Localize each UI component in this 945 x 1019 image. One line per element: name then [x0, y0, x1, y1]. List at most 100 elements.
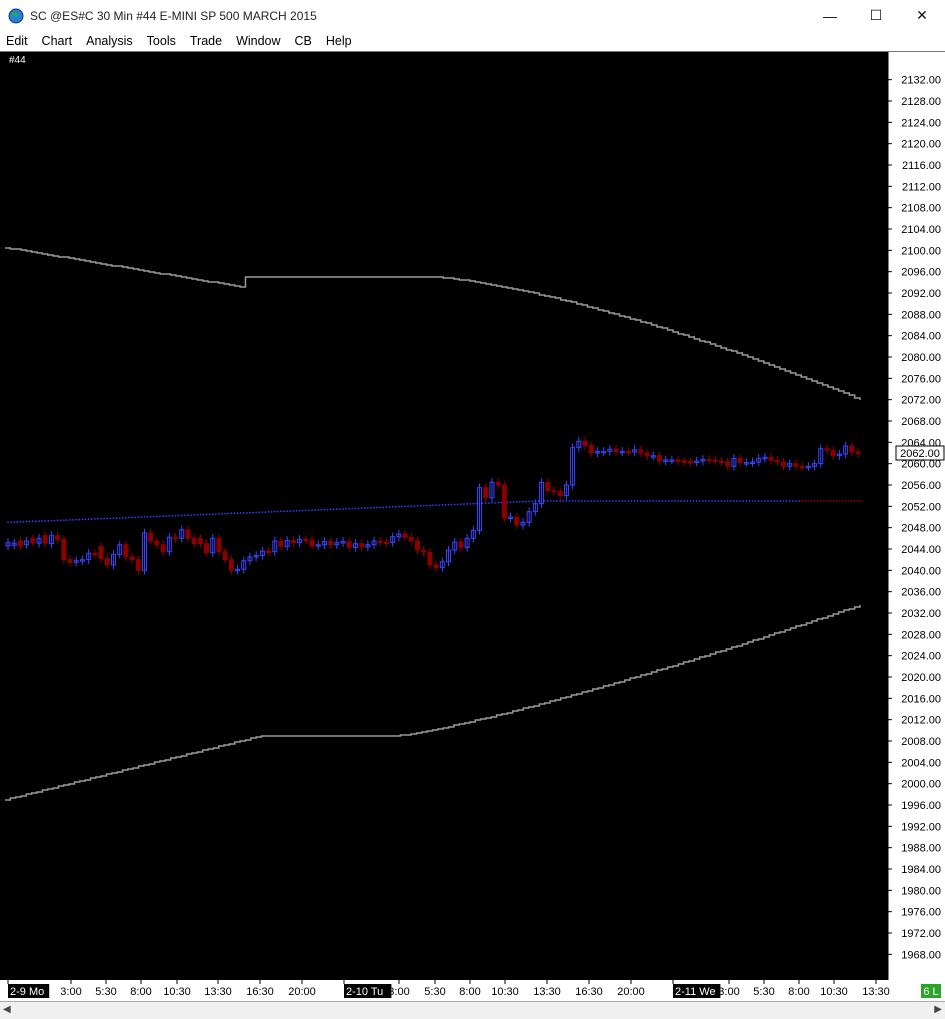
price-tick-label: 1988.00: [901, 843, 941, 855]
midline-dot: [596, 500, 599, 502]
midline-dot: [131, 516, 133, 519]
midline-dot: [695, 500, 698, 502]
time-label: 3:00: [388, 986, 409, 998]
midline-dot: [584, 500, 586, 502]
midline-dot: [93, 517, 96, 520]
horizontal-scrollbar[interactable]: ◀ ▶: [0, 1001, 945, 1019]
price-chart[interactable]: 2132.00 2128.00 2124.00 2120.00 2116.00 2112.…: [0, 52, 945, 1002]
minimize-button[interactable]: —: [807, 0, 853, 31]
midline-dot: [273, 510, 276, 513]
title-bar: SC @ES#C 30 Min #44 E-MINI SP 500 MARCH …: [0, 0, 945, 31]
midline-dot: [649, 500, 651, 502]
time-label: 8:00: [459, 986, 480, 998]
midline-dot: [748, 500, 751, 502]
midline-dot: [379, 506, 382, 509]
midline-dot: [819, 500, 822, 502]
midline-dot: [667, 500, 670, 502]
midline-dot: [450, 503, 453, 506]
time-label: 13:30: [204, 986, 232, 998]
midline-dot: [283, 510, 285, 513]
midline-dot: [636, 500, 639, 502]
midline-dot: [177, 514, 180, 517]
candle-body: [104, 558, 110, 566]
midline-dot: [34, 520, 37, 523]
midline-dot: [714, 500, 717, 502]
candle-body: [42, 535, 48, 544]
midline-dot: [214, 513, 217, 516]
midline-dot: [791, 500, 794, 502]
date-label: 2-11 We: [675, 986, 716, 998]
midline-dot: [779, 500, 782, 502]
price-tick-label: 2004.00: [901, 757, 941, 769]
candle-body: [625, 450, 631, 454]
time-label: 10:30: [491, 986, 519, 998]
scroll-left-icon[interactable]: ◀: [3, 1004, 11, 1015]
price-tick-label: 2048.00: [901, 523, 941, 535]
midline-dot: [230, 512, 233, 515]
price-tick-label: 2128.00: [901, 96, 941, 108]
midline-dot: [798, 500, 800, 502]
chart-area[interactable]: 2132.00 2128.00 2124.00 2120.00 2116.00 2112.…: [0, 51, 945, 1002]
price-tick-label: 1984.00: [901, 864, 941, 876]
midline-dot: [767, 500, 769, 502]
menu-trade[interactable]: Trade: [184, 31, 230, 51]
midline-dot: [816, 500, 819, 502]
midline-dot: [587, 500, 589, 502]
midline-dot: [47, 519, 50, 522]
midline-dot: [221, 512, 223, 515]
maximize-button[interactable]: ☐: [853, 0, 899, 31]
menu-analysis[interactable]: Analysis: [80, 31, 141, 51]
price-tick-label: 2072.00: [901, 395, 941, 407]
midline-dot: [742, 500, 745, 502]
midline-dot: [599, 500, 602, 502]
midline-dot: [562, 500, 565, 502]
midline-dot: [673, 500, 676, 502]
minimize-icon: —: [823, 7, 837, 24]
price-tick-label: 2080.00: [901, 352, 941, 364]
menu-help[interactable]: Help: [320, 31, 360, 51]
midline-dot: [605, 500, 608, 502]
midline-dot: [351, 507, 354, 510]
midline-dot: [143, 515, 146, 518]
midline-dot: [224, 512, 227, 515]
candle-body: [359, 543, 365, 548]
menu-edit[interactable]: Edit: [0, 31, 36, 51]
midline-dot: [44, 519, 47, 522]
midline-dot: [835, 500, 838, 502]
midline-dot: [435, 504, 438, 507]
globe-icon: [8, 8, 24, 23]
candle-body: [427, 551, 433, 566]
midline-dot: [860, 500, 862, 502]
midline-dot: [400, 505, 403, 508]
candle-body: [799, 465, 805, 469]
close-button[interactable]: ✕: [899, 0, 945, 31]
scroll-right-icon[interactable]: ▶: [934, 1004, 942, 1015]
candle-body: [706, 458, 712, 462]
candle-body: [719, 460, 725, 463]
midline-dot: [810, 500, 813, 502]
candle-body: [483, 487, 489, 499]
midline-dot: [425, 504, 428, 507]
menu-window[interactable]: Window: [230, 31, 288, 51]
time-label: 10:30: [163, 986, 191, 998]
menu-tools[interactable]: Tools: [141, 31, 184, 51]
midline-dot: [320, 508, 323, 511]
midline-dot: [109, 517, 112, 520]
candle-body: [222, 551, 228, 561]
menu-chart[interactable]: Chart: [36, 31, 81, 51]
candle-body: [514, 516, 520, 526]
candle-body: [774, 459, 780, 463]
candle-body: [737, 457, 743, 464]
current-price-label: 2062.00: [900, 448, 940, 460]
price-tick-label: 2124.00: [901, 117, 941, 129]
midline-dot: [608, 500, 611, 502]
date-label: 2-9 Mo: [10, 986, 44, 998]
price-tick-label: 1972.00: [901, 928, 941, 940]
midline-dot: [267, 510, 270, 513]
midline-dot: [602, 500, 605, 502]
midline-dot: [171, 514, 174, 517]
menu-cb[interactable]: CB: [289, 31, 320, 51]
time-label: 13:30: [862, 986, 890, 998]
midline-dot: [850, 500, 853, 502]
midline-dot: [345, 507, 347, 510]
